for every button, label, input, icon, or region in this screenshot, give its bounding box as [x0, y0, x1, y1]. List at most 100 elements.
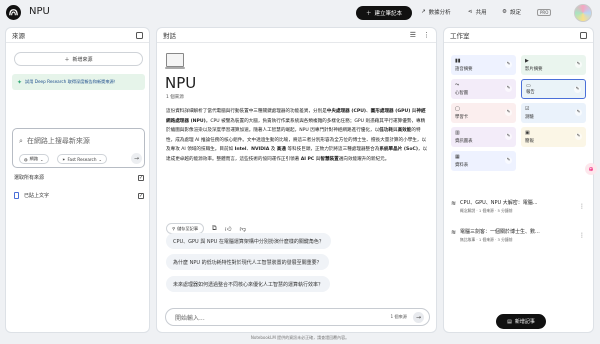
note-meta: 概念解說 · 1 個來源 · 5 分鐘前 [460, 208, 513, 213]
research-mode-chip[interactable]: ✶ Fast Research ⌄ [57, 154, 107, 164]
studio-tile[interactable]: ☑ ✎ 測驗 [521, 103, 586, 123]
source-checkbox[interactable]: ✓ [138, 192, 144, 199]
collapse-panel-icon[interactable] [136, 31, 143, 39]
note-item[interactable]: ≋ CPU、GPU、NPU 大解密：電腦... 概念解說 · 1 個來源 · 5… [451, 199, 589, 214]
studio-tile[interactable]: ▣ ✎ 簡報 [521, 127, 586, 147]
studio-tile[interactable]: ⤳ ✎ 心智圖 [451, 79, 516, 99]
sources-header: 來源 [6, 28, 149, 43]
edit-icon[interactable]: ✎ [575, 133, 582, 140]
globe-icon: ◍ [24, 156, 28, 162]
source-count: 1 個來源 [166, 95, 184, 100]
select-all-row[interactable]: 選取所有來源 ✓ [14, 174, 144, 181]
search-input[interactable]: 在網路上搜尋新來源 [27, 136, 90, 146]
more-vertical-icon[interactable]: ⋮ [423, 31, 430, 39]
podcast-note-icon: ≋ [451, 229, 457, 236]
studio-tile-label: 資訊圖表 [455, 139, 473, 144]
deep-research-promo[interactable]: ✦ 試用 Deep Research 取得深度報告和新獎來源！ [12, 74, 145, 90]
send-button[interactable]: → [413, 311, 424, 323]
chevron-down-icon: ⌄ [40, 156, 44, 162]
analytics-button[interactable]: ↗ 數據分析 [421, 8, 451, 16]
share-button[interactable]: ⋖ 共用 [468, 8, 487, 16]
notebook-title[interactable]: NPU [29, 6, 50, 17]
chat-input[interactable]: 開始輸入... 1 個來源 → [165, 308, 430, 326]
edit-icon[interactable]: ✎ [505, 109, 512, 116]
sources-panel: 來源 ＋ 新增來源 ✦ 試用 Deep Research 取得深度報告和新獎來源… [5, 27, 150, 333]
chat-header: 對話 ☰ ⋮ [157, 28, 436, 43]
sparkle-icon: ✦ [17, 78, 23, 86]
studio-tile[interactable]: ▭ ✎ 報告 [521, 79, 586, 99]
settings-label: 設定 [509, 10, 521, 16]
studio-tile-label: 影片摘要 [525, 67, 543, 72]
copy-icon[interactable]: ⧉ [212, 224, 217, 233]
suggested-question[interactable]: 為什麼 NPU 的低功耗特性對於現代人工智慧裝置的發展至關重要？ [166, 254, 329, 270]
more-vertical-icon[interactable]: ⋮ [579, 203, 585, 210]
thumbs-up-icon[interactable]: 👍︎ [225, 225, 232, 233]
studio-tile[interactable]: ▦ ✎ 資料表 [451, 151, 516, 171]
avatar[interactable] [574, 4, 592, 22]
mindmap-icon: ⤳ [455, 82, 460, 88]
flashcard-icon: ▢ [455, 106, 460, 112]
plan-badge: PRO [537, 9, 552, 16]
add-source-label: 新增來源 [72, 56, 93, 63]
chat-panel: 對話 ☰ ⋮ NPU 1 個來源 這份資料詳細解析了當代電腦與行動裝置中三種關鍵… [156, 27, 437, 333]
more-vertical-icon[interactable]: ⋮ [579, 232, 585, 239]
studio-title: 工作室 [450, 32, 470, 40]
edit-icon[interactable]: ✎ [505, 61, 512, 68]
quiz-icon: ☑ [525, 106, 530, 112]
suggested-question[interactable]: 未來處理器如何透過整合不同核心來優化人工智慧的運算執行效率？ [166, 276, 331, 292]
side-panel-toggle-icon[interactable]: ⊕ [585, 163, 597, 175]
add-note-button[interactable]: ▤ 新增記事 [496, 314, 546, 329]
studio-tile[interactable]: ▢ ✎ 學習卡 [451, 103, 516, 123]
note-meta: 無比故事 · 1 個來源 · 3 分鐘前 [460, 237, 513, 242]
note-title: CPU、GPU、NPU 大解密：電腦... [460, 200, 538, 206]
studio-tile-label: 測驗 [525, 115, 534, 120]
create-notebook-label: 建立筆記本 [374, 11, 403, 17]
studio-tile[interactable]: ▥ ✎ 資訊圖表 [451, 127, 516, 147]
select-all-checkbox[interactable]: ✓ [138, 174, 144, 181]
edit-icon[interactable]: ✎ [575, 109, 582, 116]
source-item[interactable]: 已貼上文字 ✓ [14, 192, 144, 199]
web-source-chip[interactable]: ◍ 網路 ⌄ [19, 154, 49, 164]
share-label: 共用 [475, 10, 487, 16]
thumbs-down-icon[interactable]: 👎︎ [239, 225, 246, 233]
document-icon [14, 192, 19, 199]
trend-icon: ↗ [421, 9, 426, 15]
edit-icon[interactable]: ✎ [505, 157, 512, 164]
edit-icon[interactable]: ✎ [505, 85, 512, 92]
studio-tile-label: 簡報 [525, 139, 534, 144]
notebooklm-logo-icon[interactable] [6, 5, 21, 20]
edit-icon[interactable]: ✎ [574, 86, 581, 93]
create-notebook-button[interactable]: ＋ 建立筆記本 [356, 6, 412, 20]
edit-icon[interactable]: ✎ [575, 61, 582, 68]
search-submit-button[interactable]: → [131, 153, 142, 164]
sliders-icon[interactable]: ☰ [410, 31, 416, 39]
note-item[interactable]: ≋ 電腦三劍客：一個關於博士生、數... 無比故事 · 1 個來源 · 3 分鐘… [451, 228, 589, 243]
studio-tile-label: 心智圖 [455, 91, 469, 96]
infographic-icon: ▥ [455, 130, 460, 136]
chat-title: 對話 [163, 32, 176, 40]
plus-icon: ＋ [64, 56, 70, 63]
studio-tile[interactable]: ▶ ✎ 影片摘要 [521, 55, 586, 75]
collapse-panel-icon[interactable] [580, 31, 587, 39]
settings-button[interactable]: ⚙ 設定 [502, 8, 521, 16]
studio-tile-label: 學習卡 [455, 115, 469, 120]
suggested-question[interactable]: CPU、GPU 與 NPU 在電腦運算架構中分別扮演什麼樣的關鍵角色？ [166, 233, 331, 249]
slides-icon: ▣ [525, 130, 530, 136]
plus-icon: ＋ [365, 11, 372, 17]
source-item-label: 已貼上文字 [24, 193, 50, 199]
video-icon: ▶ [525, 58, 529, 64]
web-search-box[interactable]: ⌕ 在網路上搜尋新來源 ◍ 網路 ⌄ ✶ Fast Research ⌄ → [12, 128, 145, 168]
add-source-button[interactable]: ＋ 新增來源 [14, 52, 143, 66]
studio-header: 工作室 [444, 28, 593, 43]
note-icon: ▤ [507, 318, 512, 325]
input-source-count: 1 個來源 [390, 314, 407, 319]
chat-input-placeholder[interactable]: 開始輸入... [175, 313, 205, 322]
top-bar: NPU ＋ 建立筆記本 ↗ 數據分析 ⋖ 共用 ⚙ 設定 PRO [0, 0, 600, 26]
studio-panel: 工作室 ▮▮ ✎ 語音摘要 ▶ ✎ 影片摘要 ⤳ ✎ 心智圖 ▭ ✎ 報告 ▢ ✎ 學習卡 ☑ ✎ 測驗 ▥ ✎ 資訊圖… [443, 27, 594, 333]
research-chip-label: Fast Research [67, 156, 97, 162]
sources-title: 來源 [12, 32, 25, 40]
edit-icon[interactable]: ✎ [505, 133, 512, 140]
research-icon: ✶ [62, 156, 66, 162]
gear-icon: ⚙ [502, 9, 507, 15]
studio-tile[interactable]: ▮▮ ✎ 語音摘要 [451, 55, 516, 75]
